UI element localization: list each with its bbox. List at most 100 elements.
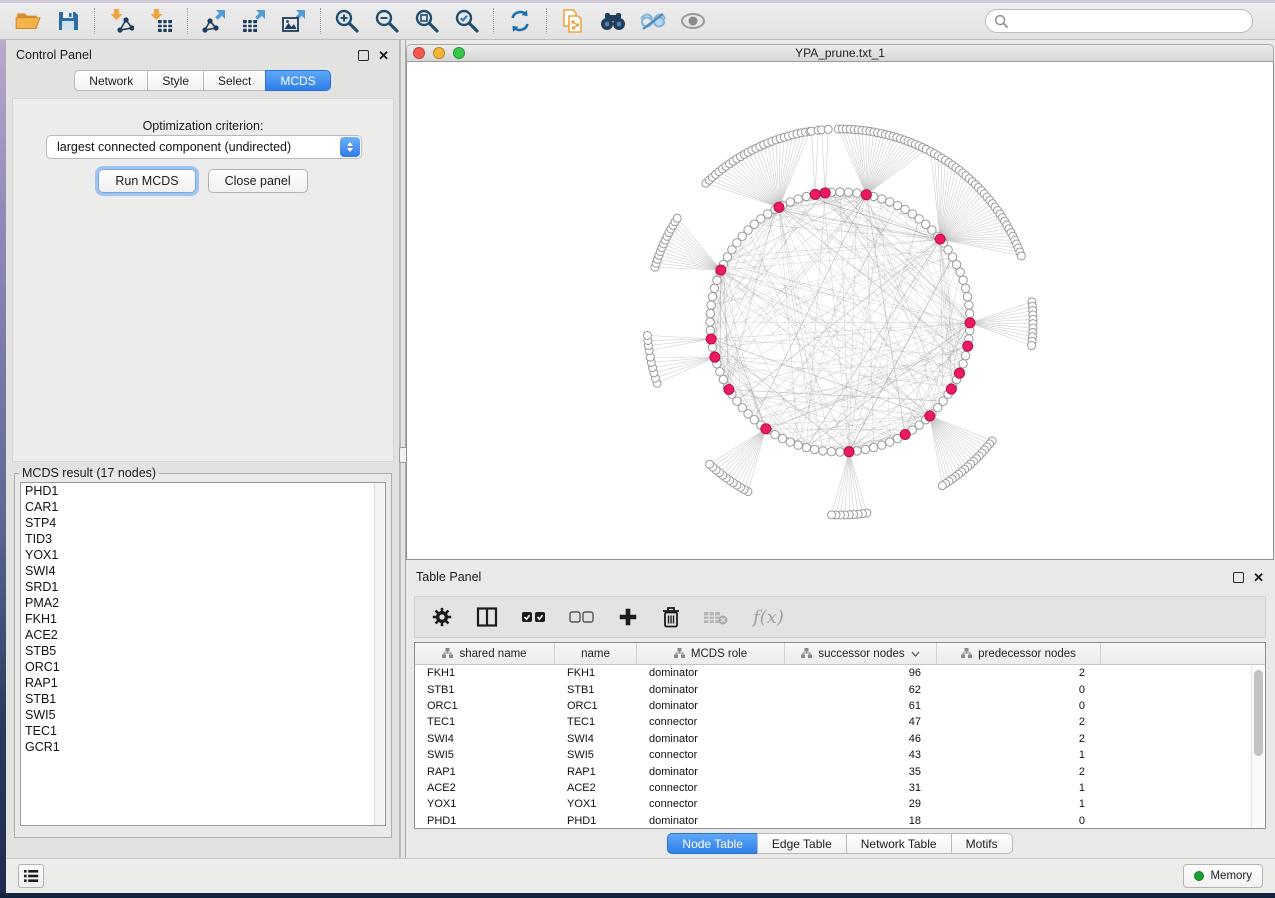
graph-node[interactable] xyxy=(961,351,969,359)
table-cell[interactable]: ACE2 xyxy=(555,780,637,796)
graph-edge[interactable] xyxy=(711,339,790,442)
close-mcds-panel-button[interactable]: Close panel xyxy=(208,169,308,193)
graph-edge[interactable] xyxy=(717,364,783,439)
graph-hub-node[interactable] xyxy=(774,202,784,212)
graph-hub-node[interactable] xyxy=(844,447,854,457)
export-network-button[interactable] xyxy=(194,5,234,37)
table-scrollbar[interactable] xyxy=(1251,666,1264,829)
table-row[interactable]: RAP1RAP1dominator352 xyxy=(415,763,1265,779)
graph-edge[interactable] xyxy=(779,135,793,207)
table-cell[interactable]: TEC1 xyxy=(415,714,555,730)
table-cell[interactable]: ORC1 xyxy=(555,698,637,714)
column-header-shared-name[interactable]: shared name xyxy=(415,643,555,665)
import-network-button[interactable] xyxy=(101,5,141,37)
graph-hub-node[interactable] xyxy=(963,341,973,351)
delete-column-button[interactable] xyxy=(661,606,681,628)
table-cell[interactable]: connector xyxy=(637,714,785,730)
graph-node[interactable] xyxy=(959,360,967,368)
table-cell[interactable]: dominator xyxy=(637,813,785,829)
table-cell[interactable]: ORC1 xyxy=(415,698,555,714)
search-input[interactable] xyxy=(1014,14,1244,28)
mcds-result-item[interactable]: TID3 xyxy=(21,531,385,547)
graph-edge[interactable] xyxy=(647,335,711,339)
clone-network-button[interactable] xyxy=(553,5,593,37)
mcds-result-item[interactable]: ACE2 xyxy=(21,627,385,643)
add-column-button[interactable] xyxy=(617,606,639,628)
graph-node[interactable] xyxy=(708,292,716,300)
mcds-result-item[interactable]: YOX1 xyxy=(21,547,385,563)
graph-edge[interactable] xyxy=(832,452,849,515)
mcds-result-list[interactable]: PHD1CAR1STP4TID3YOX1SWI4SRD1PMA2FKH1ACE2… xyxy=(20,482,386,826)
column-header-name[interactable]: name xyxy=(555,643,637,665)
task-history-button[interactable] xyxy=(18,864,44,888)
graph-node[interactable] xyxy=(878,195,886,203)
graph-node[interactable] xyxy=(961,284,969,292)
table-row[interactable]: YOX1YOX1connector291 xyxy=(415,796,1265,812)
mcds-result-item[interactable]: GCR1 xyxy=(21,739,385,755)
graph-node[interactable] xyxy=(786,198,794,206)
graph-node[interactable] xyxy=(966,309,974,317)
graph-hub-node[interactable] xyxy=(861,190,871,200)
table-cell[interactable]: 35 xyxy=(785,763,937,779)
table-cell[interactable]: dominator xyxy=(637,731,785,747)
table-cell[interactable]: SWI4 xyxy=(555,731,637,747)
show-columns-button[interactable] xyxy=(475,606,499,628)
graph-hub-node[interactable] xyxy=(946,384,956,394)
close-panel-button[interactable]: ✕ xyxy=(378,50,389,61)
mcds-result-item[interactable]: FKH1 xyxy=(21,611,385,627)
graph-node[interactable] xyxy=(713,276,721,284)
graph-node[interactable] xyxy=(827,448,835,456)
hide-selected-button[interactable] xyxy=(633,5,673,37)
mcds-result-item[interactable]: SWI5 xyxy=(21,707,385,723)
table-cell[interactable]: 46 xyxy=(785,731,937,747)
graph-node[interactable] xyxy=(707,301,715,309)
table-cell[interactable]: 2 xyxy=(937,731,1101,747)
graph-node[interactable] xyxy=(710,284,718,292)
float-panel-button[interactable] xyxy=(358,50,369,61)
graph-edge[interactable] xyxy=(715,357,898,438)
mcds-list-scrollbar[interactable] xyxy=(374,483,385,825)
graph-leaf-node[interactable] xyxy=(938,482,946,490)
tab-select[interactable]: Select xyxy=(203,70,266,91)
graph-edge[interactable] xyxy=(655,357,715,378)
network-canvas[interactable] xyxy=(406,62,1274,560)
mcds-result-item[interactable]: RAP1 xyxy=(21,675,385,691)
graph-node[interactable] xyxy=(965,301,973,309)
graph-edge[interactable] xyxy=(854,130,866,195)
table-cell[interactable]: 1 xyxy=(937,780,1101,796)
graph-edge[interactable] xyxy=(970,306,1032,323)
graph-node[interactable] xyxy=(786,438,794,446)
optimization-criterion-select[interactable]: largest connected component (undirected) xyxy=(46,135,362,159)
graph-leaf-node[interactable] xyxy=(828,511,836,519)
table-cell[interactable]: TEC1 xyxy=(555,714,637,730)
table-cell[interactable]: dominator xyxy=(637,763,785,779)
graph-edge[interactable] xyxy=(825,129,828,192)
table-cell[interactable]: SWI4 xyxy=(415,731,555,747)
graph-node[interactable] xyxy=(836,448,844,456)
graph-node[interactable] xyxy=(706,326,714,334)
run-mcds-button[interactable]: Run MCDS xyxy=(98,169,195,193)
table-cell[interactable]: 1 xyxy=(937,747,1101,763)
graph-hub-node[interactable] xyxy=(935,234,945,244)
graph-edge[interactable] xyxy=(669,233,721,270)
graph-node[interactable] xyxy=(708,343,716,351)
tab-mcds[interactable]: MCDS xyxy=(265,70,330,91)
table-cell[interactable]: 31 xyxy=(785,780,937,796)
graph-node[interactable] xyxy=(706,318,714,326)
graph-hub-node[interactable] xyxy=(724,385,734,395)
table-cell[interactable]: FKH1 xyxy=(415,665,555,681)
graph-edge[interactable] xyxy=(866,144,915,194)
table-row[interactable]: TEC1TEC1connector472 xyxy=(415,714,1265,730)
graph-node[interactable] xyxy=(956,268,964,276)
column-header-MCDS-role[interactable]: MCDS role xyxy=(637,643,785,665)
graph-node[interactable] xyxy=(844,188,852,196)
mcds-result-item[interactable]: STP4 xyxy=(21,515,385,531)
column-header-predecessor-nodes[interactable]: predecessor nodes xyxy=(937,643,1101,665)
graph-edge[interactable] xyxy=(970,323,1033,333)
table-cell[interactable]: 0 xyxy=(937,813,1101,829)
graph-edge[interactable] xyxy=(866,143,911,195)
save-session-button[interactable] xyxy=(48,5,88,37)
table-cell[interactable]: PHD1 xyxy=(415,813,555,829)
tab-network[interactable]: Network xyxy=(74,70,148,91)
tab-node-table[interactable]: Node Table xyxy=(667,833,758,854)
